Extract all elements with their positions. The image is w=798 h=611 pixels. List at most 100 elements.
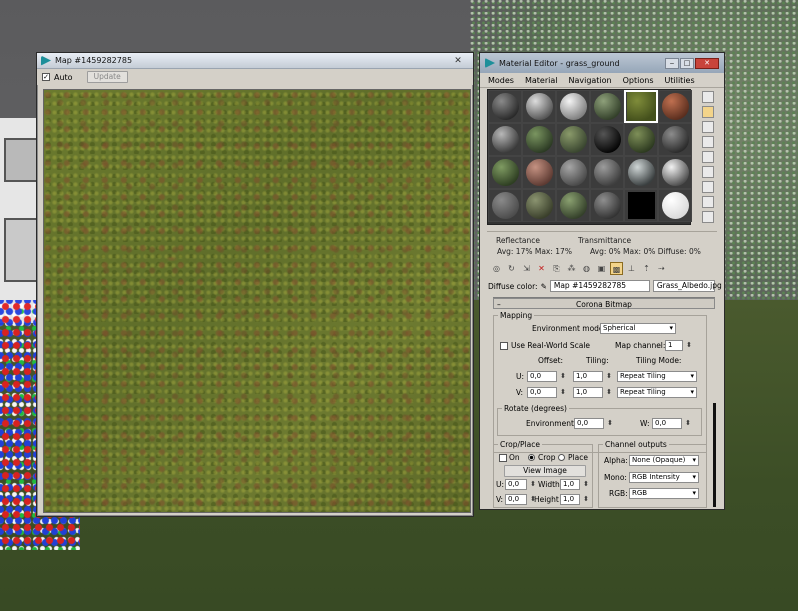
crop-on-checkbox[interactable] xyxy=(499,454,507,462)
maximize-icon[interactable]: □ xyxy=(680,57,694,69)
diffuse-map-dropdown[interactable]: Map #1459282785 xyxy=(549,280,650,292)
sample-slot-clay-brick[interactable] xyxy=(522,156,556,189)
w-rotation-spinner[interactable]: 0,0 xyxy=(652,418,691,429)
sample-slot-white-plaster[interactable] xyxy=(556,90,590,123)
material-sphere-leaf-texture xyxy=(492,159,519,186)
material-sphere-moss-stone xyxy=(594,93,621,120)
menu-utilities[interactable]: Utilities xyxy=(665,76,695,85)
video-color-check-icon[interactable] xyxy=(702,151,714,163)
auto-checkbox[interactable]: ✓ xyxy=(42,73,50,81)
make-preview-icon[interactable] xyxy=(702,166,714,178)
map-channel-label: Map channel: xyxy=(615,341,666,350)
map-type-button[interactable]: Grass_Albedo.jpg xyxy=(652,280,722,292)
environment-mode-select[interactable]: Spherical xyxy=(600,323,676,334)
rotate-group: Rotate (degrees) Environment: 0,0 W: 0,0 xyxy=(497,404,702,436)
sample-slot-moss-stone[interactable] xyxy=(590,90,624,123)
sample-slot-mossy-rock[interactable] xyxy=(556,123,590,156)
minimize-icon[interactable]: ‒ xyxy=(665,57,679,69)
material-editor-titlebar[interactable]: Material Editor - grass_ground ‒ □ ✕ xyxy=(480,53,724,73)
real-world-scale-checkbox[interactable] xyxy=(500,342,508,350)
crop-height-spinner[interactable]: 1,0 xyxy=(560,494,589,505)
sample-slot-black-void[interactable] xyxy=(624,189,658,222)
sample-slot-brushed-metal[interactable] xyxy=(522,90,556,123)
map-channel-spinner[interactable]: 1 xyxy=(665,340,692,351)
material-sphere-forest-ground xyxy=(628,126,655,153)
show-end-result-icon[interactable]: ⊥ xyxy=(625,262,638,275)
crop-v-spinner[interactable]: 0,0 xyxy=(505,494,536,505)
sample-slot-glass[interactable] xyxy=(624,156,658,189)
v-label: V: xyxy=(516,388,524,397)
menu-modes[interactable]: Modes xyxy=(488,76,514,85)
sample-type-icon[interactable] xyxy=(702,91,714,103)
v-tiling-mode-select[interactable]: Repeat Tiling xyxy=(617,387,697,398)
rollout-scrollbar[interactable] xyxy=(713,403,716,507)
sample-slot-moss-ground[interactable] xyxy=(556,189,590,222)
go-forward-sibling-icon[interactable]: ⇢ xyxy=(655,262,668,275)
backlight-icon[interactable] xyxy=(702,106,714,118)
mono-label: Mono: xyxy=(604,473,627,482)
map-preview-window[interactable]: Map #1459282785 ✕ ✓ Auto Update xyxy=(36,52,474,517)
material-map-navigator-icon[interactable] xyxy=(702,211,714,223)
v-offset-spinner[interactable]: 0,0 xyxy=(527,387,566,398)
u-label: U: xyxy=(516,372,525,381)
sample-slot-forest-ground[interactable] xyxy=(624,123,658,156)
sample-slot-lichen-rock[interactable] xyxy=(522,189,556,222)
sample-slot-grass-ground[interactable] xyxy=(624,90,658,123)
background-checker-icon[interactable] xyxy=(702,121,714,133)
crop-v-label: V: xyxy=(496,495,504,504)
sample-slot-empty-grey[interactable] xyxy=(488,189,522,222)
u-tiling-mode-select[interactable]: Repeat Tiling xyxy=(617,371,697,382)
go-to-parent-icon[interactable]: ⇡ xyxy=(640,262,653,275)
rollout-title[interactable]: Corona Bitmap xyxy=(493,298,715,310)
crop-radio[interactable] xyxy=(528,454,535,461)
sample-slot-rusty-metal[interactable] xyxy=(658,90,692,123)
show-shaded-icon[interactable]: ▩ xyxy=(610,261,623,275)
eyedropper-icon[interactable]: ✎ xyxy=(541,282,547,291)
map-window-titlebar[interactable]: Map #1459282785 ✕ xyxy=(37,53,473,69)
crop-u-spinner[interactable]: 0,0 xyxy=(505,479,536,490)
sample-slot-grey-tile[interactable] xyxy=(590,156,624,189)
u-offset-spinner[interactable]: 0,0 xyxy=(527,371,566,382)
sample-slot-white-emissive[interactable] xyxy=(658,189,692,222)
material-sphere-black-void xyxy=(628,192,655,219)
material-editor-window[interactable]: Material Editor - grass_ground ‒ □ ✕ Mod… xyxy=(479,52,725,510)
v-tiling-spinner[interactable]: 1,0 xyxy=(573,387,612,398)
close-icon[interactable]: ✕ xyxy=(695,57,719,69)
rgb-select[interactable]: RGB xyxy=(629,488,699,499)
environment-rotation-spinner[interactable]: 0,0 xyxy=(574,418,613,429)
sample-slot-leaf-texture[interactable] xyxy=(488,156,522,189)
close-icon[interactable]: ✕ xyxy=(447,55,469,67)
sample-slot-dark-rough-metal[interactable] xyxy=(488,90,522,123)
u-tiling-spinner[interactable]: 1,0 xyxy=(573,371,612,382)
copy-material-icon[interactable]: ⎘ xyxy=(550,262,563,275)
crop-width-spinner[interactable]: 1,0 xyxy=(560,479,589,490)
select-by-material-icon[interactable] xyxy=(702,196,714,208)
view-image-button[interactable]: View Image xyxy=(504,465,586,477)
reset-map-icon[interactable]: ✕ xyxy=(535,262,548,275)
max-logo-icon xyxy=(485,58,495,68)
update-button[interactable]: Update xyxy=(86,71,128,83)
sample-uv-tiling-icon[interactable] xyxy=(702,136,714,148)
menu-navigation[interactable]: Navigation xyxy=(568,76,611,85)
place-radio[interactable] xyxy=(558,454,565,461)
material-sphere-concrete xyxy=(560,159,587,186)
assign-to-selection-icon[interactable]: ⇲ xyxy=(520,262,533,275)
put-to-library-icon[interactable]: ◍ xyxy=(580,262,593,275)
sample-slot-green-stone[interactable] xyxy=(522,123,556,156)
sample-slot-slate[interactable] xyxy=(590,189,624,222)
sample-slot-dark-stone[interactable] xyxy=(658,123,692,156)
menu-material[interactable]: Material xyxy=(525,76,558,85)
sample-slot-concrete[interactable] xyxy=(556,156,590,189)
options-icon[interactable] xyxy=(702,181,714,193)
alpha-select[interactable]: None (Opaque) xyxy=(629,455,699,466)
sample-slot-black-gloss[interactable] xyxy=(590,123,624,156)
sample-slot-chrome[interactable] xyxy=(658,156,692,189)
material-id-icon[interactable]: ▣ xyxy=(595,262,608,275)
menu-options[interactable]: Options xyxy=(623,76,654,85)
get-material-icon[interactable]: ◎ xyxy=(490,262,503,275)
put-to-scene-icon[interactable]: ↻ xyxy=(505,262,518,275)
material-sphere-empty-grey xyxy=(492,192,519,219)
mono-select[interactable]: RGB Intensity xyxy=(629,472,699,483)
sample-slot-checker-tile[interactable] xyxy=(488,123,522,156)
make-unique-icon[interactable]: ⁂ xyxy=(565,262,578,275)
